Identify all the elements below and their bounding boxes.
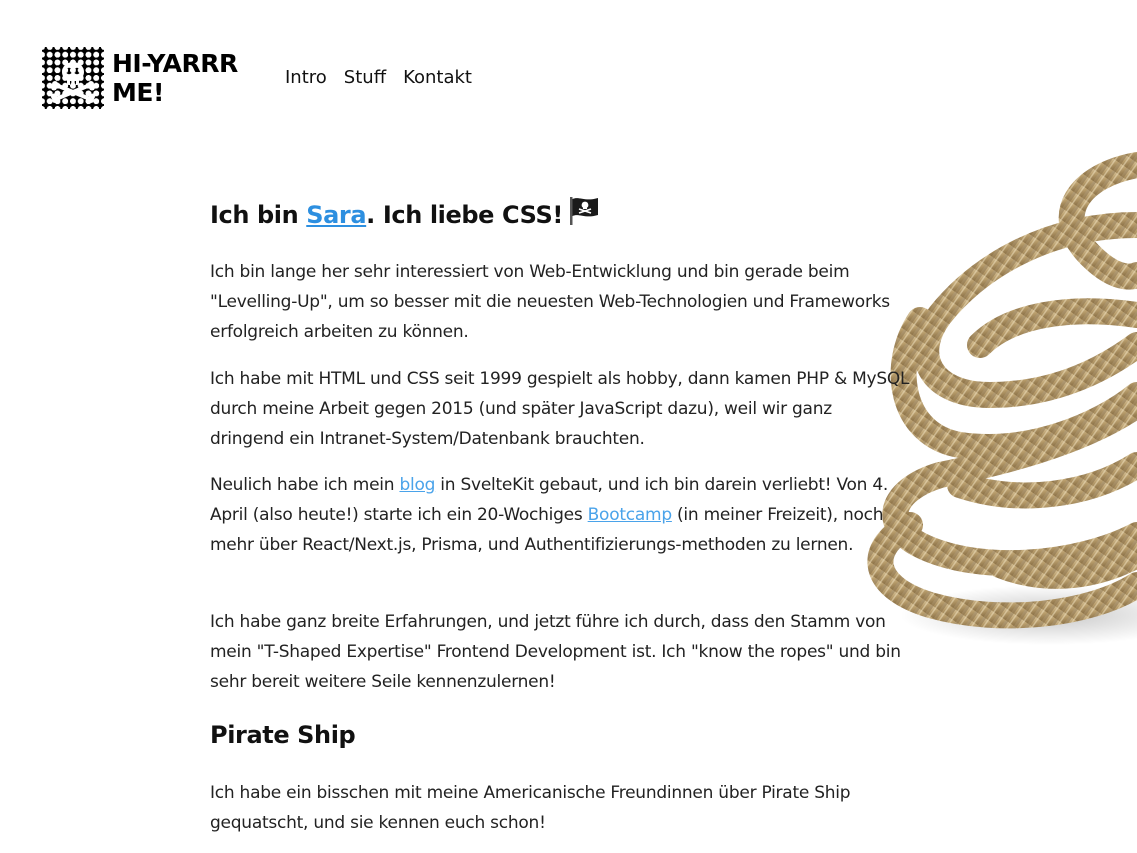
blog-link[interactable]: blog	[399, 475, 435, 495]
site-title: HI-YARRR ME!	[112, 49, 262, 107]
intro-paragraph-2: Ich habe mit HTML und CSS seit 1999 gesp…	[210, 369, 910, 449]
intro-paragraph-3: Neulich habe ich mein blog in SvelteKit …	[210, 470, 910, 560]
bootcamp-link[interactable]: Bootcamp	[588, 505, 673, 525]
intro-paragraph-1: Ich bin lange her sehr interessiert von …	[210, 262, 890, 342]
main-nav: Intro Stuff Kontakt	[285, 66, 472, 90]
site-title-line2: ME!	[112, 78, 164, 107]
intro-heading: Ich bin Sara. Ich liebe CSS!	[210, 196, 910, 234]
nav-link-stuff[interactable]: Stuff	[344, 66, 386, 90]
site-header: HI-YARRR ME! Intro Stuff Kontakt	[0, 0, 1137, 150]
intro-heading-prefix: Ich bin	[210, 201, 307, 229]
skull-crossbones-stamp-icon	[42, 47, 104, 109]
pirate-ship-paragraph: Ich habe ein bisschen mit meine American…	[210, 783, 851, 833]
nav-link-intro[interactable]: Intro	[285, 66, 327, 90]
main-content: Ich bin Sara. Ich liebe CSS! Ich bin lan…	[210, 196, 910, 833]
nav-link-kontakt[interactable]: Kontakt	[403, 66, 472, 90]
pirate-flag-icon	[569, 197, 598, 225]
site-title-line1: HI-YARRR	[112, 49, 238, 78]
intro-heading-suffix: . Ich liebe CSS!	[366, 201, 563, 229]
intro-paragraph-4: Ich habe ganz breite Erfahrungen, und je…	[210, 612, 901, 692]
sara-link[interactable]: Sara	[306, 201, 366, 229]
pirate-ship-heading: Pirate Ship	[210, 721, 356, 749]
p3-text-before: Neulich habe ich mein	[210, 475, 400, 495]
